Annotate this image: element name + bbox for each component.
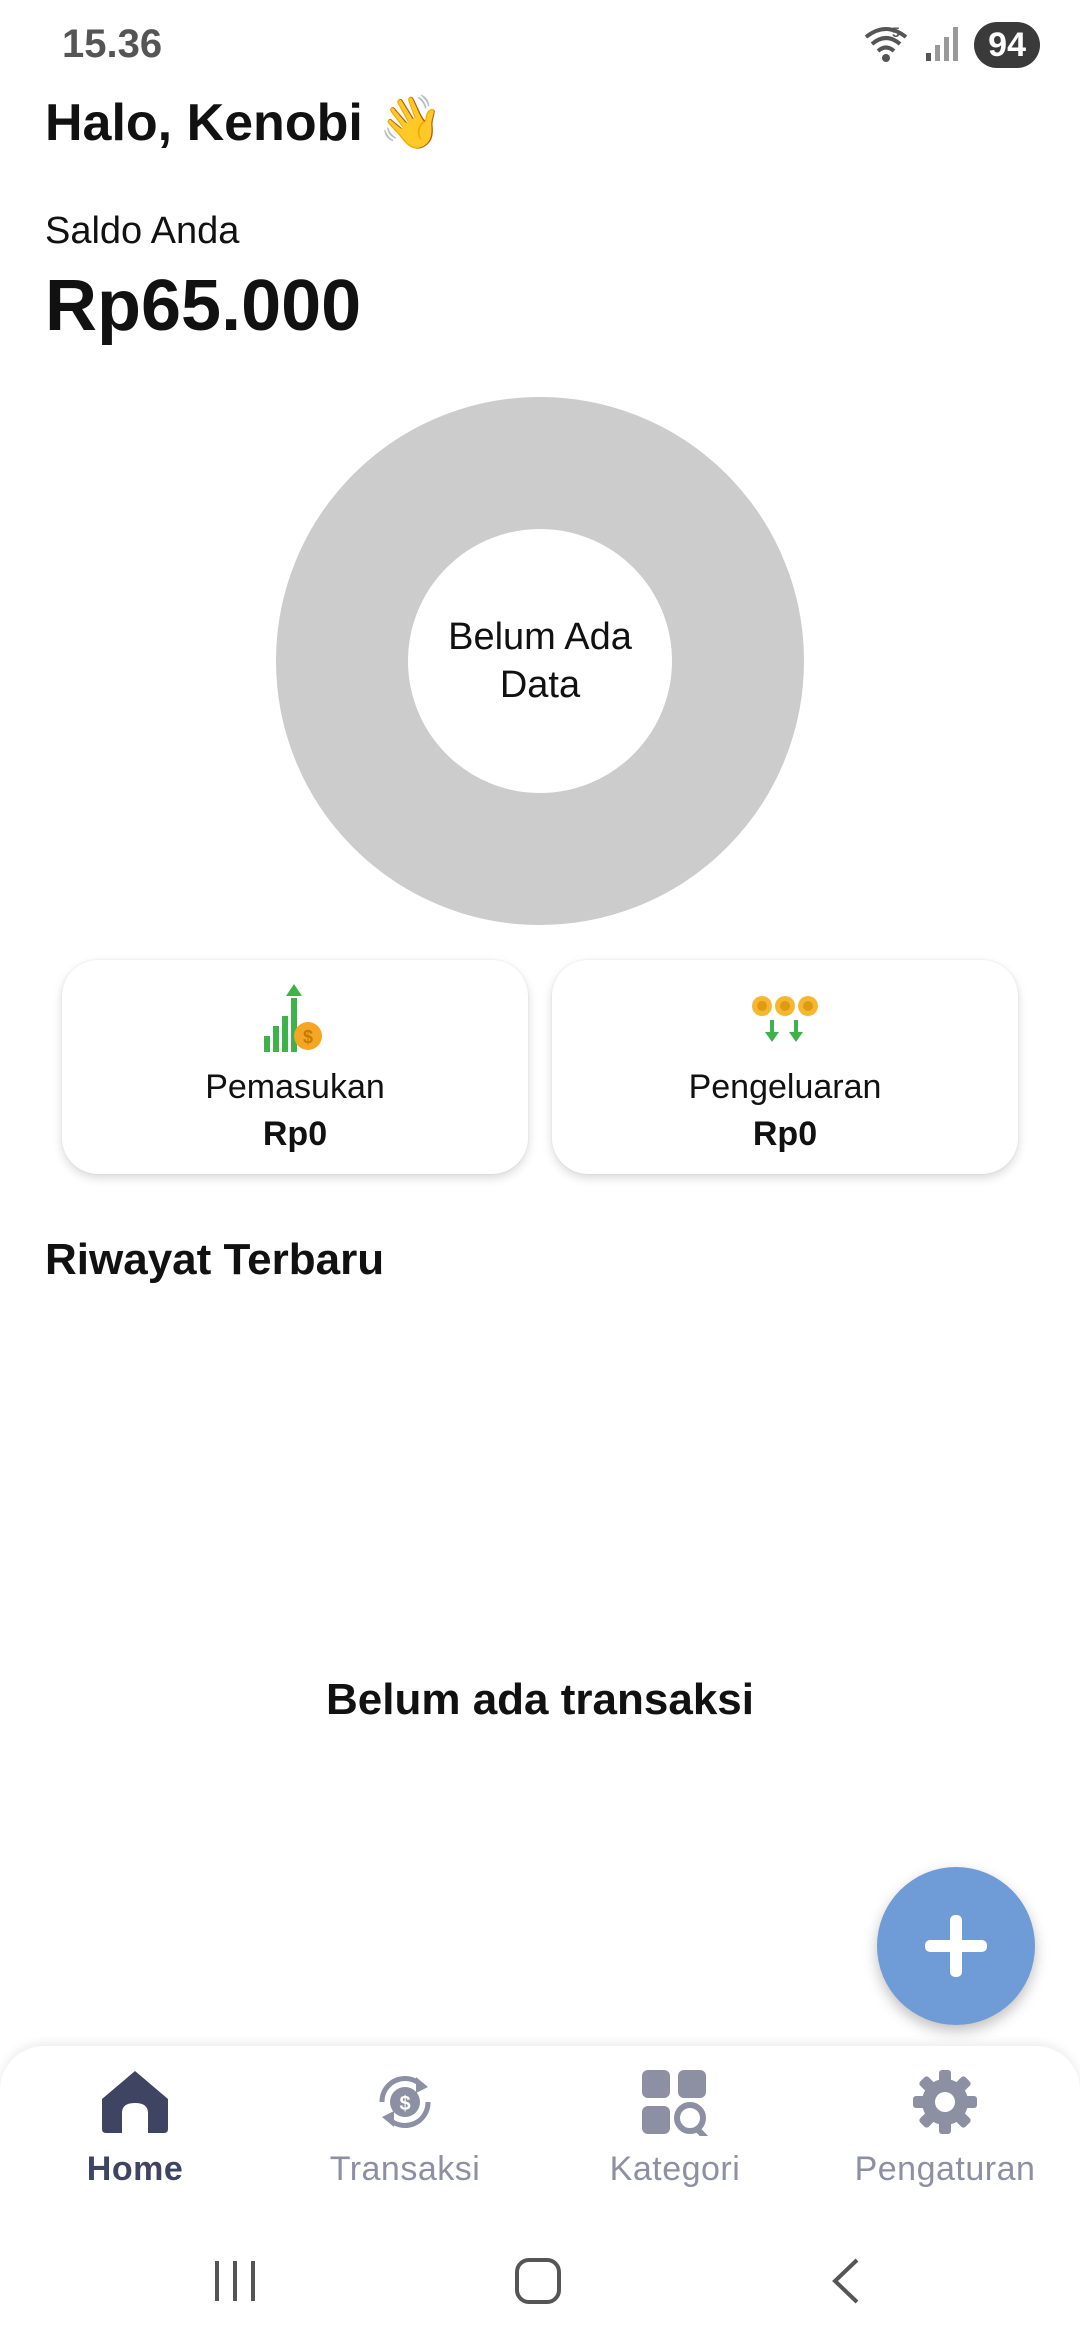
waving-hand-icon: 👋 <box>378 94 444 152</box>
empty-transactions-text: Belum ada transaksi <box>326 1675 754 1724</box>
expense-card[interactable]: Pengeluaran Rp0 <box>552 960 1018 1174</box>
recent-apps-button[interactable] <box>205 2241 265 2321</box>
income-card[interactable]: $ Pemasukan Rp0 <box>62 960 528 1174</box>
svg-text:5: 5 <box>892 24 900 40</box>
transaction-icon: $ <box>372 2066 438 2138</box>
system-nav-bar <box>0 2221 1080 2340</box>
nav-label-pengaturan: Pengaturan <box>854 2150 1036 2188</box>
wifi-icon: 5 <box>862 23 910 68</box>
nav-item-home[interactable]: Home <box>0 2066 270 2206</box>
recent-history-title: Riwayat Terbaru <box>45 1235 385 1284</box>
greeting-text: Halo, Kenobi <box>45 93 363 152</box>
back-chevron-icon <box>832 2258 859 2304</box>
income-label: Pemasukan <box>205 1068 385 1106</box>
balance-value: Rp65.000 <box>45 266 362 346</box>
greeting: Halo, Kenobi 👋 <box>45 92 444 153</box>
expense-label: Pengeluaran <box>688 1068 882 1106</box>
status-icons: 5 94 <box>862 20 1040 70</box>
add-transaction-button[interactable] <box>877 1867 1035 2025</box>
bottom-nav: Home $ Transaksi Kategori Pengaturan <box>0 2046 1080 2221</box>
home-system-button[interactable] <box>508 2241 568 2321</box>
battery-badge: 94 <box>974 22 1040 68</box>
nav-item-pengaturan[interactable]: Pengaturan <box>810 2066 1080 2206</box>
home-icon <box>100 2066 170 2138</box>
plus-icon <box>925 1915 987 1977</box>
back-button[interactable] <box>815 2241 875 2321</box>
balance-label: Saldo Anda <box>45 210 240 252</box>
nav-label-kategori: Kategori <box>609 2150 741 2188</box>
home-circle-icon <box>515 2258 561 2304</box>
status-time: 15.36 <box>62 22 163 66</box>
donut-chart: Belum Ada Data <box>276 397 804 925</box>
category-search-icon <box>640 2066 710 2138</box>
coins-down-icon <box>750 982 820 1056</box>
svg-text:$: $ <box>399 2093 410 2115</box>
svg-text:$: $ <box>303 1027 313 1047</box>
recent-apps-icon <box>215 2261 255 2301</box>
nav-label-transaksi: Transaksi <box>329 2150 481 2188</box>
chart-empty-text: Belum Ada Data <box>448 616 632 706</box>
nav-item-kategori[interactable]: Kategori <box>540 2066 810 2206</box>
signal-icon <box>924 23 960 68</box>
chart-coin-icon: $ <box>262 982 328 1056</box>
nav-label-home: Home <box>86 2150 184 2188</box>
status-bar: 15.36 5 94 <box>0 0 1080 90</box>
gear-icon <box>911 2066 979 2138</box>
expense-amount: Rp0 <box>752 1115 818 1153</box>
nav-item-transaksi[interactable]: $ Transaksi <box>270 2066 540 2206</box>
income-amount: Rp0 <box>262 1115 328 1153</box>
